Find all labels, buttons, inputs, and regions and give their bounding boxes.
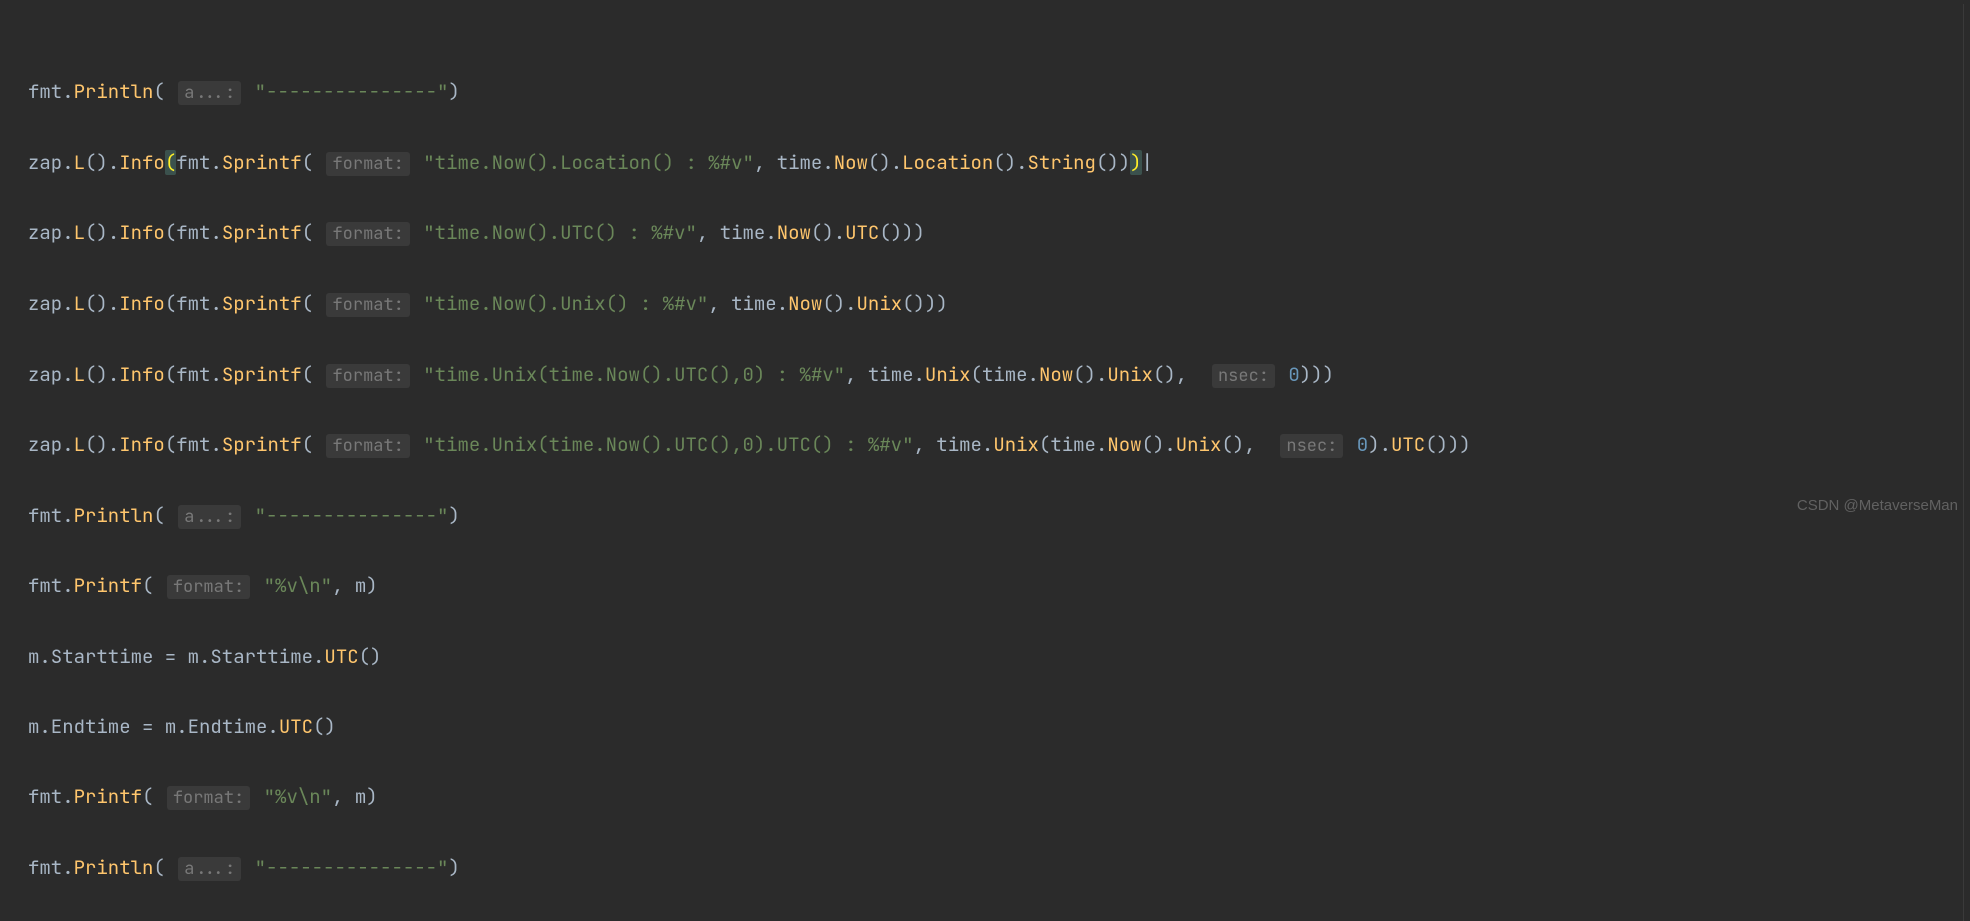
code-line[interactable]: zap.L().Info(fmt.Sprintf( format: "time.… <box>28 427 1970 462</box>
matching-paren: ( <box>165 150 176 175</box>
cursor-position: | <box>1142 150 1153 175</box>
punct: . <box>62 79 73 104</box>
number-literal: 0 <box>1288 362 1299 387</box>
identifier: fmt <box>28 79 62 104</box>
code-line[interactable]: zap.L().Info(fmt.Sprintf( format: "time.… <box>28 286 1970 321</box>
identifier: m.Endtime <box>28 714 131 739</box>
func-name: Info <box>119 150 165 175</box>
string-literal: "time.Now().Unix() : %#v" <box>423 291 708 316</box>
string-literal: "time.Now().Location() : %#v" <box>423 150 754 175</box>
string-literal: "time.Now().UTC() : %#v" <box>423 220 697 245</box>
code-line[interactable]: fmt.Println( a...: "---------------") <box>28 498 1970 533</box>
param-hint: format: <box>326 434 409 458</box>
string-literal: "---------------" <box>255 503 449 528</box>
string-literal: "---------------" <box>255 855 449 880</box>
code-line[interactable]: fmt.Println( a...: "---------------") <box>28 850 1970 885</box>
param-hint: nsec: <box>1280 434 1343 458</box>
code-line[interactable]: zap.L().Info(fmt.Sprintf( format: "time.… <box>28 145 1970 180</box>
param-hint: format: <box>326 293 409 317</box>
param-hint: format: <box>167 786 250 810</box>
code-line[interactable]: m.Starttime = m.Starttime.UTC() <box>28 639 1970 674</box>
code-line[interactable]: fmt.Printf( format: "%v\n", m) <box>28 568 1970 603</box>
string-literal: "time.Unix(time.Now().UTC(),0) : %#v" <box>423 362 845 387</box>
func-name: Sprintf <box>222 150 302 175</box>
string-literal: "%v\n" <box>264 784 332 809</box>
param-hint: format: <box>326 222 409 246</box>
string-literal: "time.Unix(time.Now().UTC(),0).UTC() : %… <box>423 432 913 457</box>
watermark-text: CSDN @MetaverseMan <box>1797 492 1958 520</box>
code-line[interactable]: zap.L().Info(fmt.Sprintf( format: "time.… <box>28 215 1970 250</box>
code-editor[interactable]: fmt.Println( a...: "---------------") za… <box>0 4 1970 921</box>
string-literal: "---------------" <box>255 79 449 104</box>
code-line[interactable]: m.Endtime = m.Endtime.UTC() <box>28 709 1970 744</box>
punct: ( <box>153 79 176 104</box>
param-hint: a...: <box>178 857 241 881</box>
param-hint: format: <box>167 575 250 599</box>
code-line[interactable]: zap.L().Info(fmt.Sprintf( format: "time.… <box>28 357 1970 392</box>
param-hint: format: <box>326 364 409 388</box>
param-hint: format: <box>326 152 409 176</box>
punct: ) <box>448 79 459 104</box>
param-hint: a...: <box>178 505 241 529</box>
identifier: zap <box>28 150 62 175</box>
param-hint: a...: <box>178 81 241 105</box>
param-hint: nsec: <box>1212 364 1275 388</box>
func-name: L <box>74 150 85 175</box>
number-literal: 0 <box>1357 432 1368 457</box>
code-line[interactable]: fmt.Printf( format: "%v\n", m) <box>28 779 1970 814</box>
identifier: m.Starttime <box>28 644 153 669</box>
matching-paren: ) <box>1130 150 1141 175</box>
code-line[interactable]: fmt.Println( a...: "---------------") <box>28 74 1970 109</box>
string-literal: "%v\n" <box>264 573 332 598</box>
func-name: Println <box>74 79 154 104</box>
